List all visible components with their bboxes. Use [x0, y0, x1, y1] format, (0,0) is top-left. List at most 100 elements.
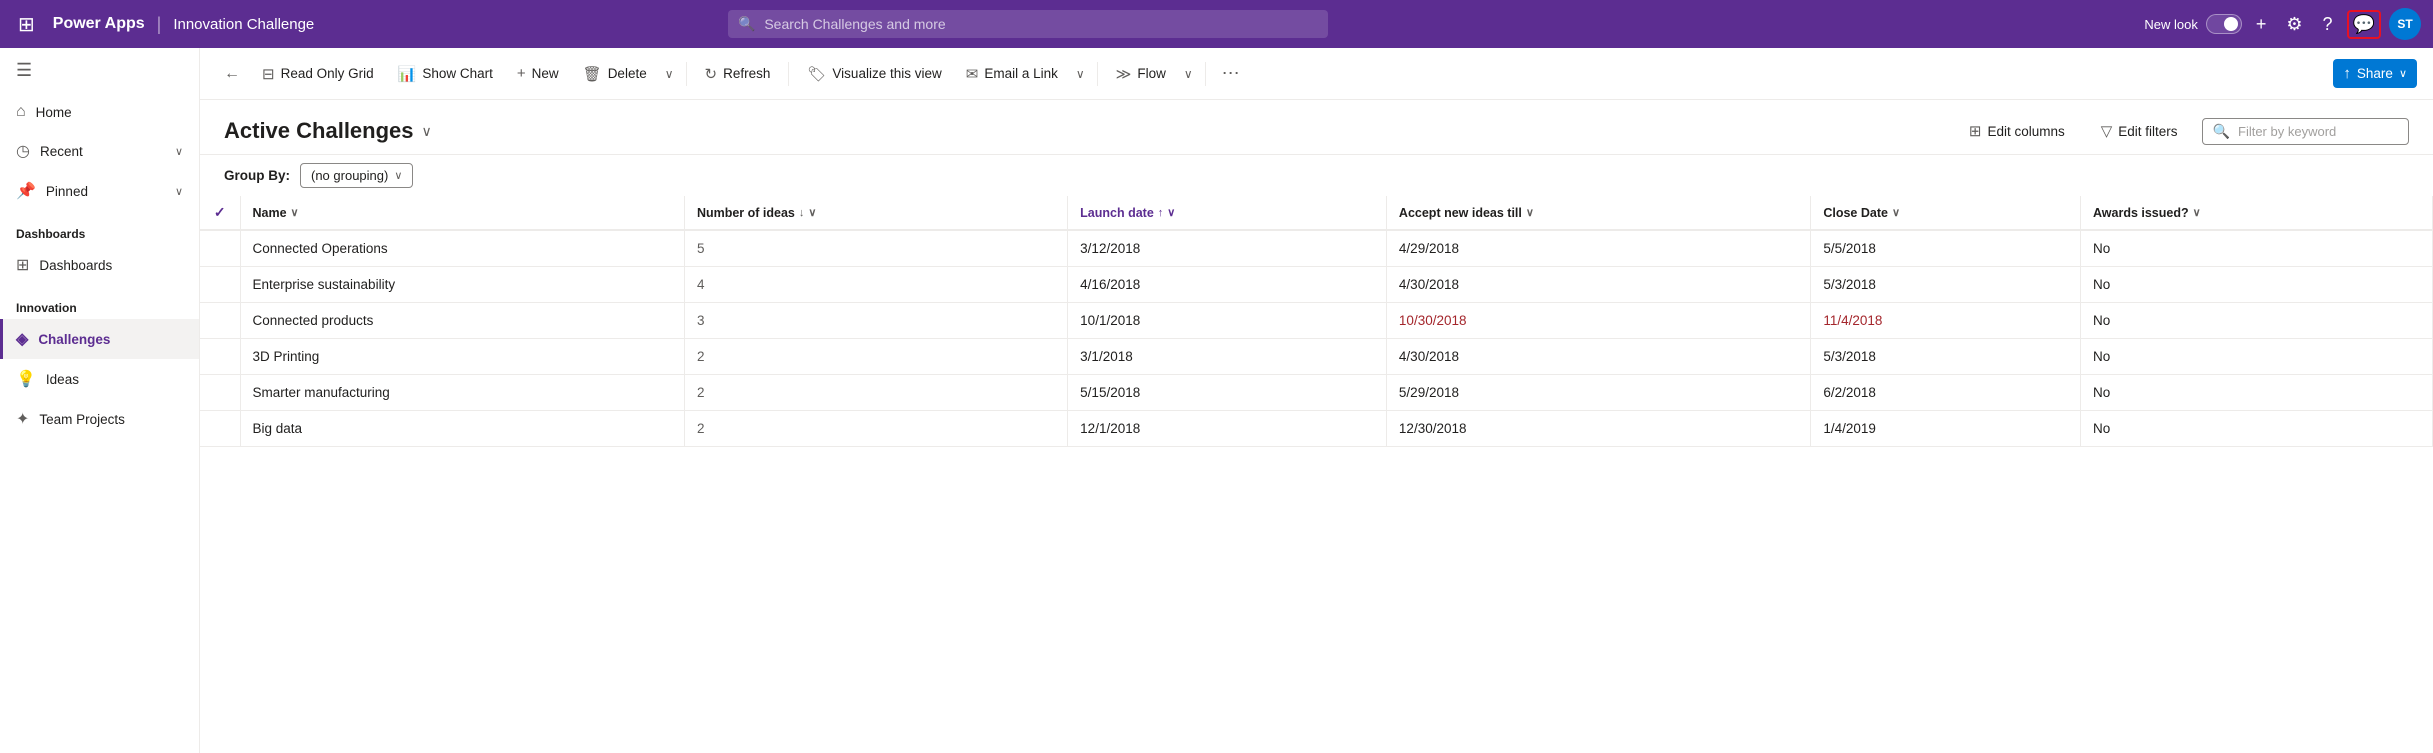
sidebar-item-label: Home [36, 105, 72, 120]
table-row: Enterprise sustainability44/16/20184/30/… [200, 267, 2433, 303]
new-look-toggle[interactable] [2206, 14, 2242, 34]
toolbar: ← ⊟ Read Only Grid 📊 Show Chart + New 🗑 … [200, 48, 2433, 100]
row-name-cell[interactable]: Connected products [240, 303, 684, 339]
row-name-cell[interactable]: Enterprise sustainability [240, 267, 684, 303]
row-close-date-cell: 11/4/2018 [1811, 303, 2081, 339]
col-header-check[interactable]: ✓ [200, 196, 240, 230]
sidebar-item-label: Ideas [46, 372, 79, 387]
filter-keyword-input[interactable] [2238, 124, 2398, 139]
row-launch-date-cell: 3/1/2018 [1068, 339, 1387, 375]
plus-icon[interactable]: + [2250, 10, 2273, 39]
sidebar-item-home[interactable]: ⌂ Home [0, 93, 199, 131]
row-num-ideas-cell: 2 [684, 375, 1067, 411]
toolbar-separator-4 [1205, 62, 1206, 86]
row-name-cell[interactable]: 3D Printing [240, 339, 684, 375]
row-check-cell[interactable] [200, 267, 240, 303]
delete-label: Delete [608, 66, 647, 81]
sidebar-item-ideas[interactable]: 💡 Ideas [0, 359, 199, 399]
table-row: Big data212/1/201812/30/20181/4/2019No [200, 411, 2433, 447]
table-row: 3D Printing23/1/20184/30/20185/3/2018No [200, 339, 2433, 375]
sidebar-item-label: Challenges [38, 332, 110, 347]
sidebar-item-challenges[interactable]: ◈ Challenges [0, 319, 199, 359]
row-name-cell[interactable]: Smarter manufacturing [240, 375, 684, 411]
sidebar-item-team-projects[interactable]: ✦ Team Projects [0, 399, 199, 439]
row-check-cell[interactable] [200, 339, 240, 375]
sidebar-item-label: Team Projects [39, 412, 125, 427]
sidebar-item-dashboards[interactable]: ⊞ Dashboards [0, 245, 199, 285]
share-button[interactable]: ↑ Share ∨ [2333, 59, 2417, 88]
row-check-cell[interactable] [200, 303, 240, 339]
more-options-button[interactable]: ⋯ [1214, 57, 1248, 90]
row-name-cell[interactable]: Big data [240, 411, 684, 447]
col-header-launch-date[interactable]: Launch date ↑ ∨ [1068, 196, 1387, 230]
toolbar-separator-1 [686, 62, 687, 86]
group-by-chevron: ∨ [394, 169, 402, 182]
grid-container: ✓ Name ∨ Number of ideas ↓ [200, 196, 2433, 753]
delete-button[interactable]: 🗑 Delete [573, 59, 657, 89]
row-check-cell[interactable] [200, 230, 240, 267]
table-row: Connected Operations53/12/20184/29/20185… [200, 230, 2433, 267]
launch-date-sort-icon: ↑ [1158, 207, 1164, 219]
col-header-num-ideas[interactable]: Number of ideas ↓ ∨ [684, 196, 1067, 230]
visualize-button[interactable]: 🏷 Visualize this view [797, 59, 951, 89]
row-check-cell[interactable] [200, 411, 240, 447]
avatar[interactable]: ST [2389, 8, 2421, 40]
app-name: Innovation Challenge [173, 16, 314, 33]
col-header-accept-till[interactable]: Accept new ideas till ∨ [1386, 196, 1810, 230]
row-awards-cell: No [2080, 411, 2432, 447]
share-chevron: ∨ [2399, 67, 2407, 80]
col-launch-date-label: Launch date [1080, 206, 1154, 220]
accept-till-sort-icon: ∨ [1526, 206, 1534, 219]
view-title: Active Challenges [224, 118, 414, 144]
sidebar-item-label: Recent [40, 144, 83, 159]
col-header-awards[interactable]: Awards issued? ∨ [2080, 196, 2432, 230]
sidebar-item-recent[interactable]: ◷ Recent ∨ [0, 131, 199, 171]
share-icon: ↑ [2343, 65, 2351, 82]
search-icon: 🔍 [738, 16, 755, 33]
col-name-label: Name [253, 206, 287, 220]
settings-icon[interactable]: ⚙ [2280, 10, 2308, 39]
close-date-sort-icon: ∨ [1892, 206, 1900, 219]
chat-icon[interactable]: 💬 [2347, 10, 2381, 39]
grid-header-row: ✓ Name ∨ Number of ideas ↓ [200, 196, 2433, 230]
refresh-button[interactable]: ↻ Refresh [695, 59, 781, 89]
sidebar-item-pinned[interactable]: 📌 Pinned ∨ [0, 171, 199, 211]
edit-columns-button[interactable]: ⊞ Edit columns [1957, 116, 2077, 146]
group-by-value: (no grouping) [311, 168, 388, 183]
read-only-grid-icon: ⊟ [262, 65, 275, 83]
search-input[interactable] [728, 10, 1328, 38]
waffle-icon[interactable]: ⊞ [12, 8, 41, 41]
email-chevron[interactable]: ∨ [1072, 61, 1089, 87]
table-row: Connected products310/1/201810/30/201811… [200, 303, 2433, 339]
team-projects-icon: ✦ [16, 409, 29, 429]
table-row: Smarter manufacturing25/15/20185/29/2018… [200, 375, 2433, 411]
delete-chevron[interactable]: ∨ [661, 61, 678, 87]
row-name-cell[interactable]: Connected Operations [240, 230, 684, 267]
group-by-bar: Group By: (no grouping) ∨ [200, 155, 2433, 196]
pinned-chevron: ∨ [175, 185, 183, 198]
flow-label: Flow [1137, 66, 1166, 81]
help-icon[interactable]: ? [2317, 10, 2339, 39]
data-grid: ✓ Name ∨ Number of ideas ↓ [200, 196, 2433, 447]
email-link-button[interactable]: ✉ Email a Link [956, 59, 1068, 89]
flow-chevron[interactable]: ∨ [1180, 61, 1197, 87]
group-by-select[interactable]: (no grouping) ∨ [300, 163, 413, 188]
flow-icon: ≫ [1116, 65, 1132, 83]
show-chart-button[interactable]: 📊 Show Chart [388, 59, 503, 89]
col-header-close-date[interactable]: Close Date ∨ [1811, 196, 2081, 230]
sidebar-toggle[interactable]: ☰ [0, 48, 199, 93]
toolbar-separator-2 [788, 62, 789, 86]
flow-button[interactable]: ≫ Flow [1106, 59, 1176, 89]
show-chart-label: Show Chart [422, 66, 493, 81]
share-label: Share [2357, 66, 2393, 81]
new-button[interactable]: + New [507, 59, 569, 88]
home-icon: ⌂ [16, 103, 26, 121]
edit-filters-button[interactable]: ▽ Edit filters [2089, 116, 2190, 146]
row-check-cell[interactable] [200, 375, 240, 411]
back-button[interactable]: ← [216, 59, 248, 89]
read-only-grid-button[interactable]: ⊟ Read Only Grid [252, 59, 384, 89]
col-header-name[interactable]: Name ∨ [240, 196, 684, 230]
view-title-chevron[interactable]: ∨ [422, 123, 432, 140]
edit-columns-label: Edit columns [1987, 124, 2064, 139]
nav-divider: | [157, 14, 162, 35]
